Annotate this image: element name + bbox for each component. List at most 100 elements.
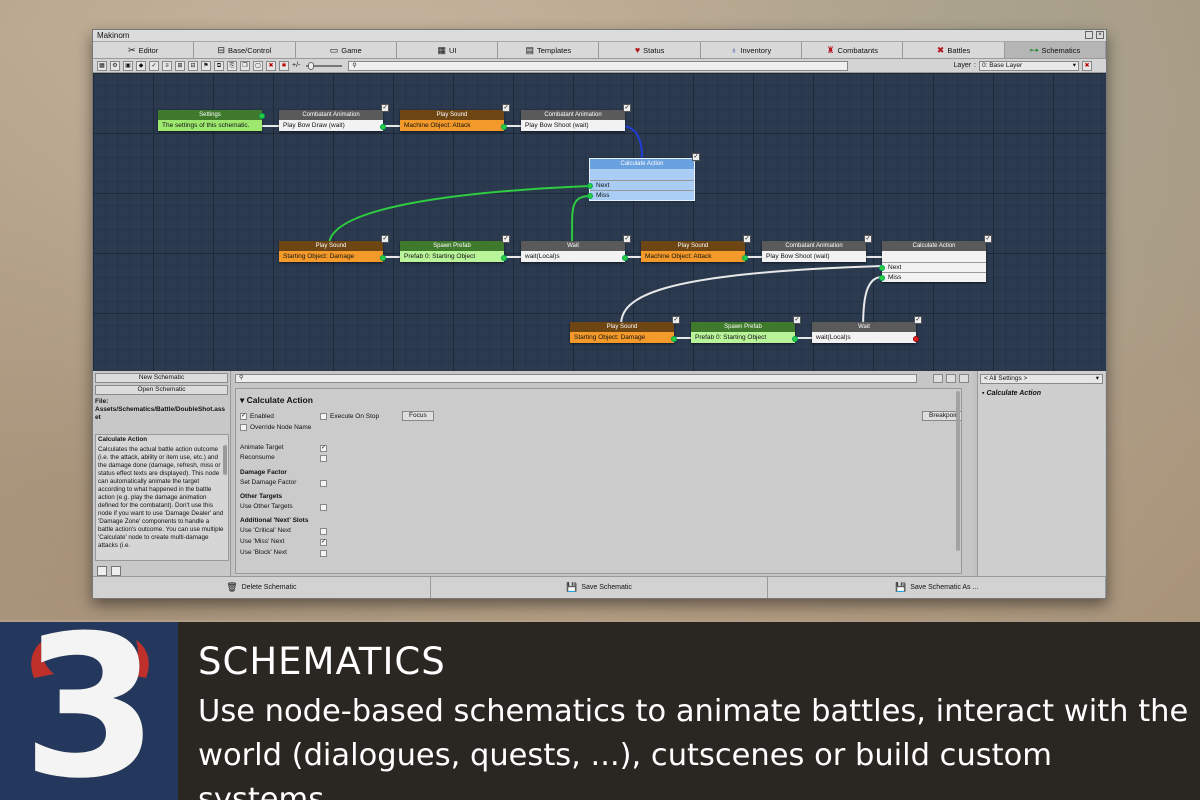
slot-port[interactable]: [587, 193, 593, 199]
node-enabled-checkbox[interactable]: ✓: [793, 316, 801, 324]
tab-status[interactable]: ♥ Status: [599, 42, 701, 59]
inspector-scrollbar[interactable]: [956, 391, 960, 551]
expand-icon[interactable]: [933, 374, 943, 383]
slot-port[interactable]: [879, 265, 885, 271]
combatant-animation-node[interactable]: Combatant Animation Play Bow Draw (wait)…: [279, 104, 389, 131]
tab-combatants[interactable]: ♜ Combatants: [802, 42, 904, 59]
node-output-port[interactable]: [380, 255, 386, 261]
spawn-prefab-node[interactable]: Spawn Prefab Prefab 0: Starting Object ✓: [691, 316, 801, 343]
settings-icon[interactable]: ⚙: [110, 60, 120, 71]
node-slot-next[interactable]: Next: [587, 180, 694, 190]
node-output-port[interactable]: [380, 124, 386, 130]
node-slot-next[interactable]: Next: [879, 262, 986, 272]
flag-icon[interactable]: ⚑: [201, 60, 211, 71]
node-icon[interactable]: ▣: [123, 60, 133, 71]
node-enabled-checkbox[interactable]: ✓: [381, 104, 389, 112]
play-sound-node[interactable]: Play Sound Starting Object: Damage ✓: [570, 316, 680, 343]
enabled-checkbox[interactable]: ✓: [240, 413, 247, 420]
slot-port[interactable]: [879, 275, 885, 281]
play-sound-node[interactable]: Play Sound Starting Object: Damage ✓: [279, 235, 389, 262]
layer-remove-icon[interactable]: ✖: [1082, 60, 1092, 71]
tab-base-control[interactable]: ⊟ Base/Control: [194, 42, 296, 59]
edit-icon[interactable]: [111, 566, 121, 576]
use-critical-next-checkbox[interactable]: [320, 528, 327, 535]
open-schematic-button[interactable]: Open Schematic: [95, 385, 228, 395]
settings-node[interactable]: Settings The settings of this schematic.: [158, 110, 265, 131]
node-enabled-checkbox[interactable]: ✓: [692, 153, 700, 161]
close-icon[interactable]: ×: [1096, 31, 1104, 39]
node-search-input[interactable]: ⚲: [348, 60, 849, 71]
maximize-icon[interactable]: [1085, 31, 1093, 39]
spawn-prefab-node[interactable]: Spawn Prefab Prefab 0: Starting Object ✓: [400, 235, 510, 262]
schematic-canvas[interactable]: Settings The settings of this schematic.…: [93, 73, 1106, 371]
help-scrollbar[interactable]: [223, 445, 227, 475]
inspector-search-input[interactable]: ⚲: [235, 374, 917, 383]
zoom-slider[interactable]: [306, 61, 343, 70]
execute-on-stop-row[interactable]: Execute On Stop: [320, 413, 379, 420]
tab-inventory[interactable]: ♁ Inventory: [700, 42, 803, 59]
calculate-action-node[interactable]: Calculate Action Next Miss ✓: [879, 235, 992, 282]
node-output-port[interactable]: [742, 255, 748, 261]
set-damage-factor-checkbox[interactable]: [320, 480, 327, 487]
node-enabled-checkbox[interactable]: ✓: [623, 104, 631, 112]
node-output-port[interactable]: [501, 255, 507, 261]
tab-ui[interactable]: ▦ UI: [396, 42, 499, 59]
settings-filter-dropdown[interactable]: < All Settings > ▾: [980, 374, 1103, 384]
layout-icon[interactable]: [959, 374, 969, 383]
check-icon[interactable]: ✓: [149, 60, 159, 71]
inspector-title[interactable]: ▾ Calculate Action: [240, 395, 313, 406]
node-output-port[interactable]: [671, 336, 677, 342]
color-icon[interactable]: ◆: [136, 60, 146, 71]
node-enabled-checkbox[interactable]: ✓: [502, 104, 510, 112]
use-block-next-checkbox[interactable]: [320, 550, 327, 557]
node-enabled-checkbox[interactable]: ✓: [502, 235, 510, 243]
align-icon[interactable]: ⊞: [175, 60, 185, 71]
animate-target-checkbox[interactable]: ✓: [320, 445, 327, 452]
node-enabled-checkbox[interactable]: ✓: [381, 235, 389, 243]
arrange-icon[interactable]: ⊟: [188, 60, 198, 71]
wait-node[interactable]: Wait wait(Local)s ✓: [812, 316, 922, 343]
copy-icon[interactable]: [97, 566, 107, 576]
bug-icon[interactable]: ✱: [279, 60, 289, 71]
tab-battles[interactable]: ✖ Battles: [903, 42, 1005, 59]
override-node-name-checkbox[interactable]: [240, 424, 247, 431]
node-output-port-unconnected[interactable]: [913, 336, 919, 342]
delete-icon[interactable]: ✖: [266, 60, 276, 71]
combatant-animation-node[interactable]: Combatant Animation Play Bow Shoot (wait…: [521, 104, 631, 131]
tab-schematics[interactable]: ⊶ Schematics: [1004, 42, 1106, 59]
node-slot-miss[interactable]: Miss: [879, 272, 986, 282]
play-sound-node[interactable]: Play Sound Machine Object: Attack ✓: [400, 104, 510, 131]
tab-templates[interactable]: ▤ Templates: [498, 42, 600, 59]
play-sound-node[interactable]: Play Sound Machine Object: Attack ✓: [641, 235, 751, 262]
node-output-port[interactable]: [501, 124, 507, 130]
node-slot-miss[interactable]: Miss: [587, 190, 694, 200]
focus-button[interactable]: Focus: [402, 411, 434, 421]
group-icon[interactable]: ▢: [253, 60, 263, 71]
node-enabled-checkbox[interactable]: ✓: [984, 235, 992, 243]
enabled-row[interactable]: ✓ Enabled: [240, 413, 274, 420]
wait-node[interactable]: Wait wait(Local)s ✓: [521, 235, 631, 262]
node-output-port[interactable]: [792, 336, 798, 342]
tab-editor[interactable]: ✂ Editor: [93, 42, 195, 59]
paste-icon[interactable]: ⎘: [227, 60, 237, 71]
save-schematic-button[interactable]: 💾 Save Schematic: [430, 577, 769, 598]
combatant-animation-node[interactable]: Combatant Animation Play Bow Shoot (wait…: [762, 235, 872, 262]
node-output-port[interactable]: [259, 113, 265, 119]
delete-schematic-button[interactable]: 🗑 Delete Schematic: [93, 577, 431, 598]
node-enabled-checkbox[interactable]: ✓: [743, 235, 751, 243]
navigator-item[interactable]: ▪ Calculate Action: [982, 390, 1101, 397]
node-enabled-checkbox[interactable]: ✓: [623, 235, 631, 243]
save-schematic-as-button[interactable]: 💾 Save Schematic As ...: [768, 577, 1107, 598]
grid-icon[interactable]: ▦: [97, 60, 107, 71]
tab-game[interactable]: ▭ Game: [295, 42, 397, 59]
duplicate-icon[interactable]: ❐: [240, 60, 250, 71]
execute-on-stop-checkbox[interactable]: [320, 413, 327, 420]
node-enabled-checkbox[interactable]: ✓: [864, 235, 872, 243]
new-schematic-button[interactable]: New Schematic: [95, 373, 228, 383]
calculate-action-node-selected[interactable]: Calculate Action Next Miss ✓: [587, 153, 700, 201]
copy-icon[interactable]: ⧉: [214, 60, 224, 71]
node-enabled-checkbox[interactable]: ✓: [914, 316, 922, 324]
zoom-slider-knob[interactable]: [308, 61, 315, 70]
node-enabled-checkbox[interactable]: ✓: [672, 316, 680, 324]
node-output-port[interactable]: [622, 255, 628, 261]
